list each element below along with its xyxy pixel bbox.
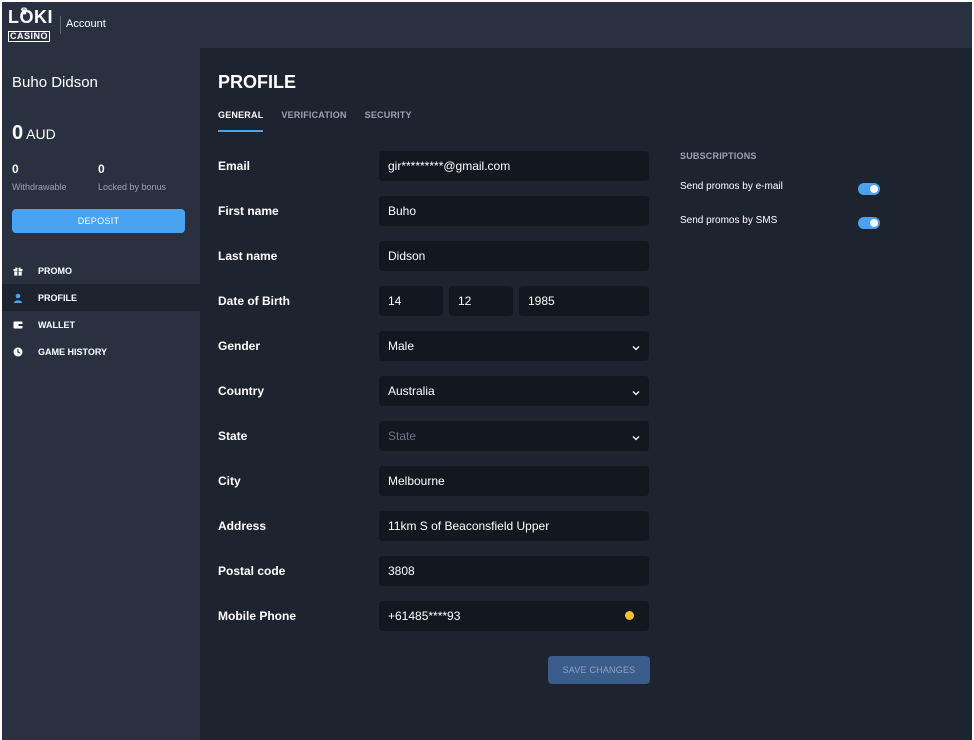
top-bar: ♛ LOKI CASINO Account [2, 2, 972, 48]
country-value: Australia [388, 384, 435, 398]
chevron-down-icon [632, 431, 640, 445]
promo-sms-label: Send promos by SMS [680, 215, 778, 226]
last-name-field[interactable]: Didson [379, 241, 649, 271]
dob-year-field[interactable]: 1985 [519, 286, 649, 316]
first-name-field[interactable]: Buho [379, 196, 649, 226]
country-label: Country [218, 384, 264, 398]
header-divider [60, 16, 61, 34]
mobile-phone-value: +61485****93 [388, 609, 461, 623]
gender-select[interactable]: Male [379, 331, 649, 361]
tab-general[interactable]: GENERAL [218, 110, 264, 132]
sidebar-item-label: WALLET [38, 319, 75, 330]
postal-code-field[interactable]: 3808 [379, 556, 649, 586]
email-field[interactable]: gir*********@gmail.com [379, 151, 649, 181]
locked-bonus-label: Locked by bonus [98, 182, 167, 192]
country-select[interactable]: Australia [379, 376, 649, 406]
balance: 0 AUD [12, 122, 56, 145]
sidebar-item-promo[interactable]: PROMO [2, 257, 200, 284]
dob-day-field[interactable]: 14 [379, 286, 443, 316]
withdrawable-value: 0 [12, 162, 19, 176]
chevron-down-icon [632, 386, 640, 400]
sidebar-nav: PROMO PROFILE WALLET GAME HISTORY [2, 257, 200, 365]
locked-bonus-value: 0 [98, 162, 105, 176]
address-field[interactable]: 11km S of Beaconsfield Upper [379, 511, 649, 541]
chevron-down-icon [632, 341, 640, 355]
promo-email-toggle[interactable] [858, 183, 880, 195]
crown-icon: ♛ [20, 6, 29, 16]
user-name: Buho Didson [12, 74, 98, 91]
promo-email-label: Send promos by e-mail [680, 181, 783, 192]
wallet-icon [12, 319, 24, 331]
subscriptions-title: SUBSCRIPTIONS [680, 151, 757, 161]
last-name-label: Last name [218, 249, 278, 263]
balance-currency: AUD [26, 126, 56, 142]
tab-bar: GENERAL VERIFICATION SECURITY [218, 110, 430, 132]
dob-month-field[interactable]: 12 [449, 286, 513, 316]
state-select[interactable]: State [379, 421, 649, 451]
save-changes-button[interactable]: SAVE CHANGES [548, 656, 650, 684]
deposit-button[interactable]: DEPOSIT [12, 209, 185, 233]
address-label: Address [218, 519, 267, 533]
sidebar: Buho Didson 0 AUD 0 Withdrawable 0 Locked… [2, 48, 200, 740]
mobile-phone-field[interactable]: +61485****93 [379, 601, 649, 631]
locked-bonus-stat: 0 Locked by bonus [98, 162, 166, 192]
clock-icon [12, 346, 24, 358]
app-window: ♛ LOKI CASINO Account Buho Didson 0 AUD 0… [2, 2, 972, 740]
postal-code-label: Postal code [218, 564, 286, 578]
sidebar-item-wallet[interactable]: WALLET [2, 311, 200, 338]
tab-verification[interactable]: VERIFICATION [281, 110, 346, 132]
state-label: State [218, 429, 248, 443]
first-name-label: First name [218, 204, 279, 218]
toggle-knob [870, 185, 878, 193]
city-field[interactable]: Melbourne [379, 466, 649, 496]
toggle-knob [870, 219, 878, 227]
warning-icon[interactable] [625, 611, 634, 620]
mobile-phone-label: Mobile Phone [218, 609, 296, 623]
withdrawable-label: Withdrawable [12, 182, 67, 192]
state-placeholder: State [388, 429, 417, 443]
user-icon [12, 292, 24, 304]
gift-icon [12, 265, 24, 277]
email-label: Email [218, 159, 251, 173]
sidebar-item-game-history[interactable]: GAME HISTORY [2, 338, 200, 365]
sidebar-item-label: PROFILE [38, 292, 78, 303]
sidebar-item-label: GAME HISTORY [38, 346, 108, 357]
logo-text: LOKI [8, 7, 53, 27]
header-title: Account [66, 18, 106, 30]
city-label: City [218, 474, 241, 488]
sidebar-item-profile[interactable]: PROFILE [2, 284, 200, 311]
balance-value: 0 [12, 122, 24, 144]
tab-security[interactable]: SECURITY [365, 110, 412, 132]
logo[interactable]: ♛ LOKI CASINO [8, 6, 53, 44]
gender-label: Gender [218, 339, 261, 353]
dob-label: Date of Birth [218, 294, 290, 308]
sidebar-item-label: PROMO [38, 265, 73, 276]
gender-value: Male [388, 339, 415, 353]
page-title: PROFILE [218, 72, 297, 92]
withdrawable-stat: 0 Withdrawable [12, 162, 67, 192]
promo-sms-toggle[interactable] [858, 217, 880, 229]
logo-subtext: CASINO [8, 31, 51, 42]
